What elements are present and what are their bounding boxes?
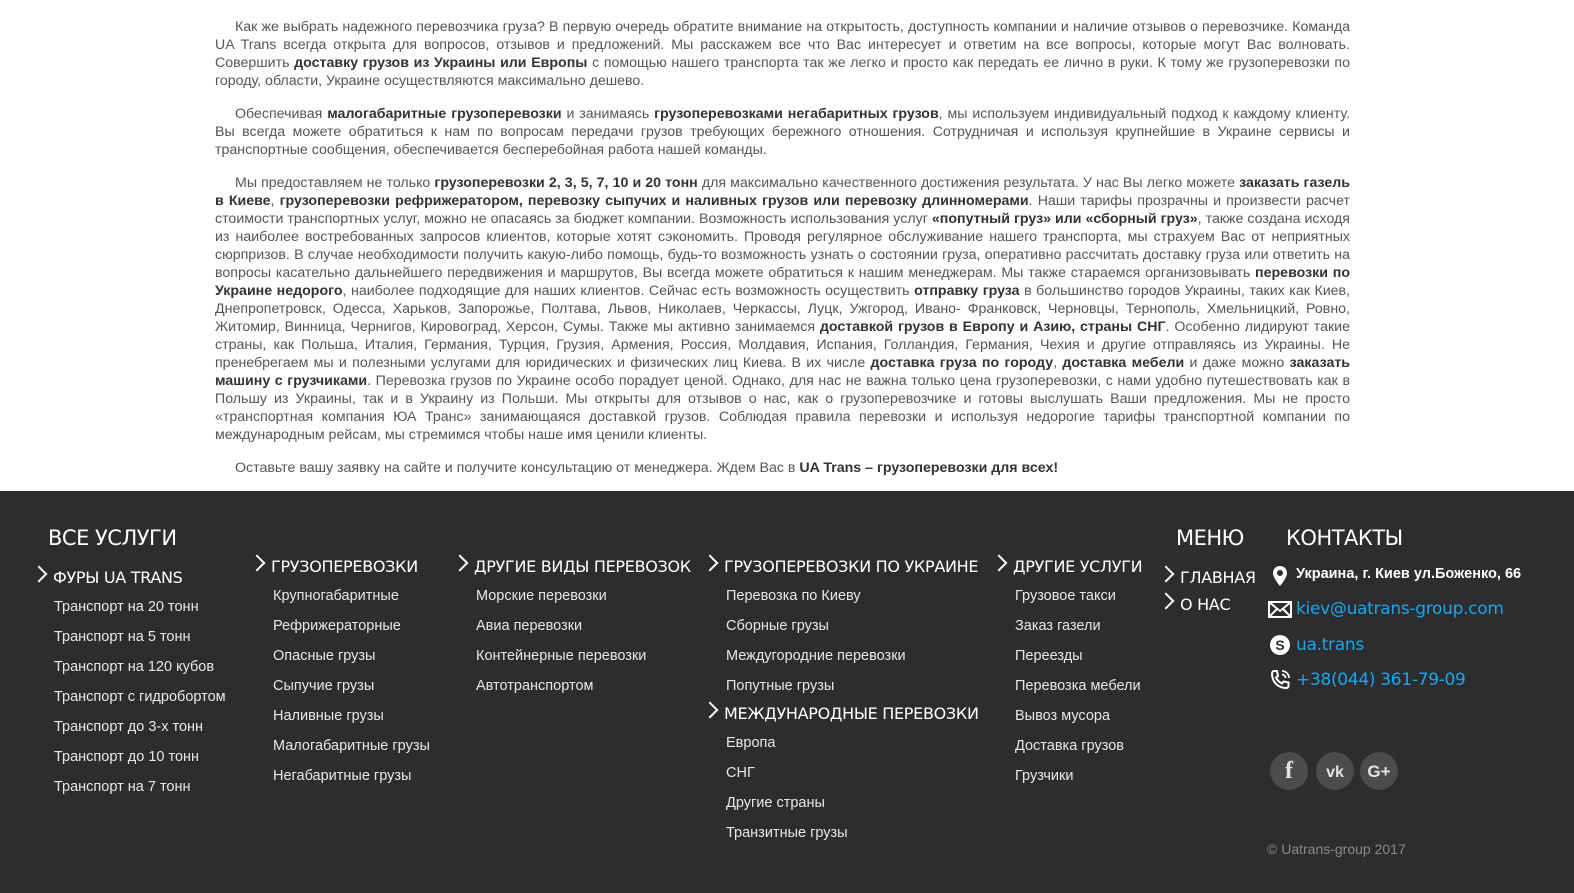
ukraine-item[interactable]: Перевозка по Киеву — [726, 586, 906, 616]
cargo-item[interactable]: Опасные грузы — [273, 646, 430, 676]
seo-article: Как же выбрать надежного перевозчика гру… — [215, 0, 1350, 492]
chevron-right-icon — [990, 554, 1008, 572]
intl-item[interactable]: Транзитные грузы — [726, 823, 848, 853]
other-transport-item[interactable]: Автотранспортом — [476, 676, 646, 706]
intl-item[interactable]: СНГ — [726, 763, 848, 793]
other-services-item[interactable]: Грузчики — [1015, 766, 1141, 796]
ukraine-item[interactable]: Сборные грузы — [726, 616, 906, 646]
other-services-item[interactable]: Доставка грузов — [1015, 736, 1141, 766]
facebook-icon[interactable]: f — [1270, 752, 1308, 790]
cargo-item[interactable]: Сыпучие грузы — [273, 676, 430, 706]
fury-list: Транспорт на 20 тонн Транспорт на 5 тонн… — [54, 597, 226, 807]
article-paragraph: Оставьте вашу заявку на сайте и получите… — [235, 460, 1059, 476]
menu-item-about[interactable]: О НАС — [1157, 592, 1231, 614]
contact-email[interactable]: kiev@uatrans-group.com — [1268, 597, 1568, 623]
svg-text:S: S — [1275, 637, 1284, 653]
chevron-right-icon — [701, 701, 719, 719]
phone-link[interactable]: +38(044) 361-79-09 — [1296, 670, 1466, 690]
other-transport-heading-link[interactable]: ДРУГИЕ ВИДЫ ПЕРЕВОЗОК — [451, 554, 691, 576]
skype-link[interactable]: ua.trans — [1296, 635, 1364, 655]
fury-heading-link[interactable]: ФУРЫ UA TRANS — [30, 565, 183, 587]
other-transport-item[interactable]: Авиа перевозки — [476, 616, 646, 646]
article-paragraph: Обеспечивая малогабаритные грузоперевозк… — [215, 106, 1351, 158]
other-services-item[interactable]: Заказ газели — [1015, 616, 1141, 646]
contact-phone[interactable]: +38(044) 361-79-09 — [1268, 668, 1568, 694]
mail-icon — [1268, 601, 1292, 618]
address-text: Украина, г. Киев ул.Боженко, 66 — [1296, 566, 1522, 582]
ukraine-item[interactable]: Попутные грузы — [726, 676, 906, 706]
copyright: © Uatrans-group 2017 — [1267, 841, 1406, 857]
other-services-list: Грузовое такси Заказ газели Переезды Пер… — [1015, 586, 1141, 796]
fury-item[interactable]: Транспорт до 10 тонн — [54, 747, 226, 777]
cargo-item[interactable]: Негабаритные грузы — [273, 766, 430, 796]
other-services-item[interactable]: Переезды — [1015, 646, 1141, 676]
menu-heading: МЕНЮ — [1176, 526, 1244, 550]
other-transport-list: Морские перевозки Авиа перевозки Контейн… — [476, 586, 646, 706]
vk-icon[interactable]: vk — [1316, 752, 1354, 790]
cargo-item[interactable]: Малогабаритные грузы — [273, 736, 430, 766]
fury-item[interactable]: Транспорт на 5 тонн — [54, 627, 226, 657]
article-paragraph: Как же выбрать надежного перевозчика гру… — [215, 19, 1350, 89]
article-paragraph: Мы предоставляем не только грузоперевозк… — [215, 175, 1351, 443]
cargo-item[interactable]: Крупногабаритные — [273, 586, 430, 616]
other-transport-item[interactable]: Морские перевозки — [476, 586, 646, 616]
ukraine-heading-link[interactable]: ГРУЗОПЕРЕВОЗКИ ПО УКРАИНЕ — [701, 554, 978, 576]
menu-item-home[interactable]: ГЛАВНАЯ — [1157, 565, 1256, 587]
contact-address: Украина, г. Киев ул.Боженко, 66 — [1268, 564, 1568, 590]
intl-list: Европа СНГ Другие страны Транзитные груз… — [726, 733, 848, 853]
other-services-heading-link[interactable]: ДРУГИЕ УСЛУГИ — [990, 554, 1143, 576]
fury-item[interactable]: Транспорт до 3-х тонн — [54, 717, 226, 747]
contact-skype[interactable]: S ua.trans — [1268, 633, 1568, 659]
fury-item[interactable]: Транспорт на 20 тонн — [54, 597, 226, 627]
cargo-heading-link[interactable]: ГРУЗОПЕРЕВОЗКИ — [248, 554, 418, 576]
phone-icon — [1270, 670, 1290, 690]
chevron-right-icon — [701, 554, 719, 572]
chevron-right-icon — [451, 554, 469, 572]
google-plus-icon[interactable]: G+ — [1360, 752, 1398, 790]
intl-heading-link[interactable]: МЕЖДУНАРОДНЫЕ ПЕРЕВОЗКИ — [701, 701, 979, 723]
other-services-item[interactable]: Вывоз мусора — [1015, 706, 1141, 736]
contacts-heading: КОНТАКТЫ — [1286, 526, 1403, 550]
other-transport-item[interactable]: Контейнерные перевозки — [476, 646, 646, 676]
chevron-right-icon — [248, 554, 266, 572]
cargo-item[interactable]: Рефрижераторные — [273, 616, 430, 646]
map-pin-icon — [1273, 566, 1287, 586]
intl-item[interactable]: Другие страны — [726, 793, 848, 823]
cargo-list: Крупногабаритные Рефрижераторные Опасные… — [273, 586, 430, 796]
ukraine-list: Перевозка по Киеву Сборные грузы Междуго… — [726, 586, 906, 706]
fury-item[interactable]: Транспорт с гидробортом — [54, 687, 226, 717]
fury-item[interactable]: Транспорт на 7 тонн — [54, 777, 226, 807]
intl-item[interactable]: Европа — [726, 733, 848, 763]
chevron-right-icon — [30, 565, 48, 583]
chevron-right-icon — [1157, 592, 1175, 610]
skype-icon: S — [1270, 635, 1290, 655]
all-services-heading: ВСЕ УСЛУГИ — [48, 526, 177, 550]
cargo-item[interactable]: Наливные грузы — [273, 706, 430, 736]
ukraine-item[interactable]: Междугородние перевозки — [726, 646, 906, 676]
other-services-item[interactable]: Грузовое такси — [1015, 586, 1141, 616]
fury-item[interactable]: Транспорт на 120 кубов — [54, 657, 226, 687]
email-link[interactable]: kiev@uatrans-group.com — [1296, 599, 1504, 619]
other-services-item[interactable]: Перевозка мебели — [1015, 676, 1141, 706]
footer: ВСЕ УСЛУГИ ФУРЫ UA TRANS Транспорт на 20… — [0, 491, 1574, 893]
chevron-right-icon — [1157, 565, 1175, 583]
